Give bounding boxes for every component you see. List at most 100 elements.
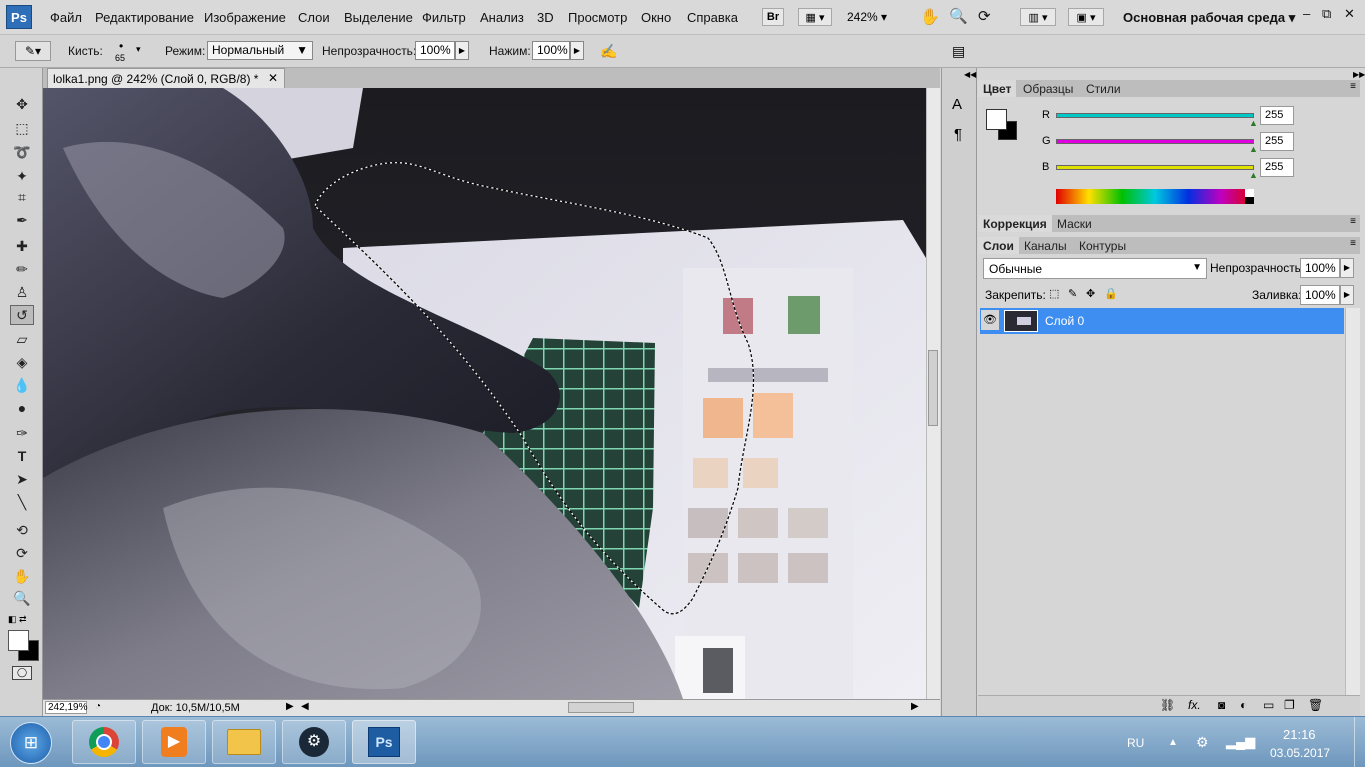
menu-select[interactable]: Выделение	[344, 10, 413, 25]
start-button[interactable]: ⊞	[10, 722, 52, 764]
paragraph-panel-icon[interactable]: ¶	[954, 126, 962, 143]
blend-mode-dropdown[interactable]: Обычные ▼	[983, 258, 1207, 279]
slider-thumb-icon[interactable]: ▲	[1249, 170, 1258, 180]
panel-menu-icon[interactable]: ≡	[1350, 81, 1356, 92]
zoom-tool-icon[interactable]: 🔍	[10, 588, 34, 608]
tab-styles[interactable]: Стили	[1081, 80, 1126, 97]
tab-swatches[interactable]: Образцы	[1018, 80, 1078, 97]
dodge-tool-icon[interactable]: ●	[10, 398, 34, 418]
pen-tool-icon[interactable]: ✑	[10, 423, 34, 443]
workspace-switcher[interactable]: Основная рабочая среда ▾	[1123, 10, 1295, 26]
healing-brush-tool-icon[interactable]: ✚	[10, 236, 34, 256]
panel-menu-icon[interactable]: ≡	[1350, 216, 1356, 227]
zoom-icon[interactable]: 🔍	[949, 7, 968, 25]
menu-3d[interactable]: 3D	[537, 10, 554, 25]
3d-rotate-tool-icon[interactable]: ⟲	[10, 520, 34, 540]
extras-menu-button[interactable]: ▦ ▾	[798, 8, 832, 26]
channel-r-value[interactable]: 255	[1260, 106, 1294, 125]
tab-color[interactable]: Цвет	[978, 80, 1017, 97]
blur-tool-icon[interactable]: 💧	[10, 375, 34, 395]
layers-scrollbar[interactable]	[1345, 308, 1360, 696]
paint-bucket-tool-icon[interactable]: ◈	[10, 352, 34, 372]
lock-pixels-icon[interactable]: ✎	[1068, 287, 1077, 300]
taskbar-steam[interactable]: ⚙	[282, 720, 346, 764]
screen-mode-button[interactable]: ▣ ▾	[1068, 8, 1104, 26]
taskbar-photoshop[interactable]: Ps	[352, 720, 416, 764]
foreground-color-swatch[interactable]	[986, 109, 1007, 130]
fx-icon[interactable]: fx.	[1188, 698, 1201, 712]
tab-layers[interactable]: Слои	[978, 237, 1019, 254]
collapse-icon[interactable]: ▶▶	[1353, 70, 1365, 79]
menu-file[interactable]: Файл	[50, 10, 82, 25]
panel-menu-icon[interactable]: ≡	[1350, 238, 1356, 249]
restore-icon[interactable]: ⧉	[1322, 6, 1331, 22]
zoom-field[interactable]: 242,19%	[45, 701, 87, 714]
visibility-eye-icon[interactable]: 👁	[981, 310, 999, 330]
trash-icon[interactable]: 🗑	[1308, 698, 1323, 712]
expand-icon[interactable]: ◀◀	[964, 70, 976, 79]
hand-tool-icon[interactable]: ✋	[10, 566, 34, 586]
quick-mask-icon[interactable]: ◯	[12, 666, 32, 680]
pressure-field[interactable]: 100%	[532, 41, 570, 60]
opacity-arrow-icon[interactable]: ▶	[455, 41, 469, 60]
eraser-tool-icon[interactable]: ▱	[10, 329, 34, 349]
channel-g-slider[interactable]	[1056, 139, 1254, 144]
mode-dropdown[interactable]: Нормальный ▼	[207, 41, 313, 60]
taskbar-media-player[interactable]: ▶	[142, 720, 206, 764]
tab-paths[interactable]: Контуры	[1074, 237, 1131, 254]
taskbar-chrome[interactable]	[72, 720, 136, 764]
menu-help[interactable]: Справка	[687, 10, 738, 25]
steam-tray-icon[interactable]: ⚙	[1196, 734, 1209, 751]
scroll-left-icon[interactable]: ◀	[301, 701, 309, 712]
default-colors-icon[interactable]: ◧ ⇄	[8, 614, 27, 625]
adjustment-layer-icon[interactable]: ◐	[1240, 698, 1247, 712]
3d-orbit-tool-icon[interactable]: ⟳	[10, 543, 34, 563]
menu-filter[interactable]: Фильтр	[422, 10, 466, 25]
show-desktop-button[interactable]	[1354, 717, 1365, 767]
hand-icon[interactable]: ✋	[920, 7, 940, 27]
scroll-right-icon[interactable]: ▶	[911, 701, 919, 712]
horizontal-scroll-thumb[interactable]	[568, 702, 634, 713]
channel-g-value[interactable]: 255	[1260, 132, 1294, 151]
clock-date[interactable]: 03.05.2017	[1270, 746, 1330, 760]
zoom-level-dropdown[interactable]: 242% ▾	[838, 8, 896, 26]
slider-thumb-icon[interactable]: ▲	[1249, 118, 1258, 128]
layer-row[interactable]: 👁 Слой 0	[980, 308, 1344, 334]
line-tool-icon[interactable]: ╲	[10, 492, 34, 512]
marquee-tool-icon[interactable]: ⬚	[10, 118, 34, 138]
menu-view[interactable]: Просмотр	[568, 10, 627, 25]
add-mask-icon[interactable]: ◙	[1218, 698, 1225, 712]
pressure-arrow-icon[interactable]: ▶	[570, 41, 584, 60]
rotate-view-icon[interactable]: ⟳	[978, 7, 991, 25]
menu-analysis[interactable]: Анализ	[480, 10, 524, 25]
document-tab[interactable]: lolka1.png @ 242% (Слой 0, RGB/8) *	[47, 68, 285, 88]
tab-channels[interactable]: Каналы	[1019, 237, 1072, 254]
tab-adjustments[interactable]: Коррекция	[978, 215, 1052, 232]
menu-layers[interactable]: Слои	[298, 10, 330, 25]
character-panel-icon[interactable]: A	[952, 96, 962, 113]
new-layer-icon[interactable]: ❐	[1284, 698, 1295, 712]
close-icon[interactable]: ✕	[1344, 6, 1355, 22]
image-canvas[interactable]	[43, 88, 926, 699]
status-menu-icon[interactable]: ◔	[95, 701, 101, 712]
tool-preset-picker[interactable]: ✎▾	[15, 41, 51, 61]
panel-toggle-icon[interactable]: ▤	[952, 43, 965, 60]
airbrush-icon[interactable]: ✍	[600, 43, 617, 60]
fill-arrow-icon[interactable]: ▶	[1340, 285, 1354, 305]
minimize-icon[interactable]: –	[1303, 6, 1310, 21]
language-indicator[interactable]: RU	[1127, 736, 1144, 750]
eyedropper-tool-icon[interactable]: ✒	[10, 210, 34, 230]
brush-picker[interactable]: • 65 ▾	[108, 39, 146, 65]
channel-b-slider[interactable]	[1056, 165, 1254, 170]
new-group-icon[interactable]: ▭	[1263, 698, 1274, 712]
taskbar-explorer[interactable]	[212, 720, 276, 764]
layer-opacity-field[interactable]: 100%	[1300, 258, 1340, 278]
channel-b-value[interactable]: 255	[1260, 158, 1294, 177]
opacity-field[interactable]: 100%	[415, 41, 455, 60]
status-arrow-icon[interactable]: ▶	[286, 701, 294, 712]
type-tool-icon[interactable]: T	[10, 446, 34, 466]
brush-tool-icon[interactable]: ✏	[10, 259, 34, 279]
vertical-scroll-thumb[interactable]	[928, 350, 938, 426]
link-layers-icon[interactable]: ⛓	[1160, 698, 1175, 712]
opacity-arrow-icon[interactable]: ▶	[1340, 258, 1354, 278]
